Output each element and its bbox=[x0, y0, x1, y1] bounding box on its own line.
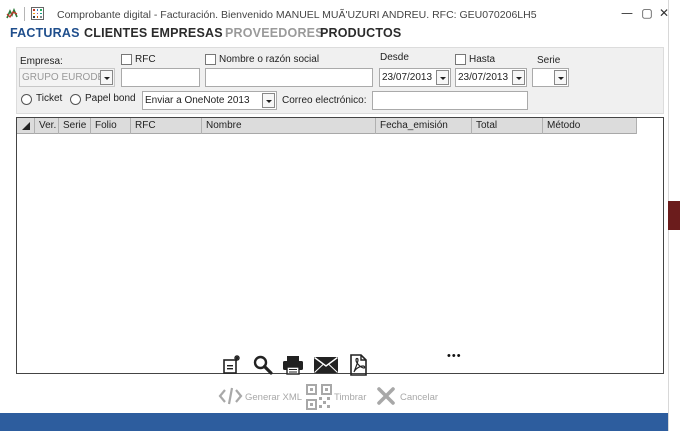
generar-xml-button[interactable]: Generar XML bbox=[245, 392, 302, 403]
menu-bar: FACTURAS CLIENTES EMPRESAS PROVEEDORES P… bbox=[0, 26, 668, 46]
rfc-checkbox[interactable] bbox=[121, 54, 132, 65]
hasta-checkbox[interactable] bbox=[455, 54, 466, 65]
papel-bond-radio[interactable] bbox=[70, 94, 81, 105]
hasta-date-picker[interactable]: 23/07/2013 bbox=[455, 68, 527, 87]
desde-value: 23/07/2013 bbox=[382, 72, 433, 83]
serie-select[interactable] bbox=[532, 68, 569, 87]
ticket-radio[interactable] bbox=[21, 94, 32, 105]
app-icon bbox=[6, 8, 18, 19]
chevron-down-icon[interactable] bbox=[436, 70, 449, 85]
code-icon[interactable] bbox=[218, 386, 243, 406]
timbrar-button[interactable]: Timbrar bbox=[334, 392, 366, 403]
minimize-button[interactable]: — bbox=[616, 3, 638, 23]
correo-label: Correo electrónico: bbox=[282, 95, 367, 106]
chevron-down-icon[interactable] bbox=[100, 70, 113, 85]
main-window: Comprobante digital - Facturación. Bienv… bbox=[0, 0, 669, 431]
tab-proveedores[interactable]: PROVEEDORES bbox=[225, 26, 324, 40]
column-header[interactable]: Método bbox=[543, 118, 637, 134]
hasta-label: Hasta bbox=[469, 54, 496, 65]
email-icon[interactable] bbox=[313, 356, 339, 374]
hasta-value: 23/07/2013 bbox=[458, 72, 509, 83]
window-title: Comprobante digital - Facturación. Bienv… bbox=[57, 9, 537, 21]
desde-date-picker[interactable]: 23/07/2013 bbox=[379, 68, 451, 87]
empresa-label: Empresa: bbox=[20, 56, 63, 67]
print-icon[interactable] bbox=[281, 354, 305, 376]
title-bar: Comprobante digital - Facturación. Bienv… bbox=[0, 0, 669, 26]
cancel-icon[interactable] bbox=[376, 386, 396, 406]
tab-facturas[interactable]: FACTURAS bbox=[10, 26, 80, 40]
rfc-label: RFC bbox=[135, 54, 156, 65]
background-accent-tab bbox=[668, 201, 680, 230]
corner-triangle-icon bbox=[22, 122, 30, 130]
papel-bond-label: Papel bond bbox=[85, 93, 136, 104]
search-icon[interactable] bbox=[252, 354, 274, 376]
chevron-down-icon[interactable] bbox=[554, 70, 567, 85]
correo-input[interactable] bbox=[372, 91, 528, 110]
nombre-label: Nombre o razón social bbox=[219, 54, 320, 65]
column-header[interactable]: Total bbox=[472, 118, 543, 134]
tab-clientes[interactable]: CLIENTES bbox=[84, 26, 147, 40]
more-icon[interactable]: ••• bbox=[447, 350, 462, 362]
chevron-down-icon[interactable] bbox=[512, 70, 525, 85]
tab-productos[interactable]: PRODUCTOS bbox=[320, 26, 401, 40]
column-header[interactable]: Ver. bbox=[35, 118, 59, 134]
new-document-icon[interactable] bbox=[221, 353, 243, 375]
rfc-input[interactable] bbox=[121, 68, 200, 87]
nombre-input[interactable] bbox=[205, 68, 373, 87]
qr-code-icon[interactable] bbox=[306, 384, 332, 410]
nombre-checkbox[interactable] bbox=[205, 54, 216, 65]
tab-empresas[interactable]: EMPRESAS bbox=[151, 26, 223, 40]
ticket-label: Ticket bbox=[36, 93, 63, 104]
column-header[interactable]: Fecha_emisión bbox=[376, 118, 472, 134]
column-header[interactable]: Serie bbox=[59, 118, 91, 134]
grid-header: Ver. Serie Folio RFC Nombre Fecha_emisió… bbox=[17, 118, 637, 134]
invoice-grid[interactable]: Ver. Serie Folio RFC Nombre Fecha_emisió… bbox=[16, 117, 664, 374]
column-header[interactable]: RFC bbox=[131, 118, 202, 134]
printer-select[interactable]: Enviar a OneNote 2013 bbox=[142, 91, 277, 110]
status-bar bbox=[0, 413, 668, 431]
select-all-corner[interactable] bbox=[17, 118, 35, 134]
chevron-down-icon[interactable] bbox=[262, 93, 275, 108]
column-header[interactable]: Nombre bbox=[202, 118, 376, 134]
pdf-icon[interactable] bbox=[346, 353, 370, 377]
printer-value: Enviar a OneNote 2013 bbox=[145, 95, 250, 106]
cancelar-button[interactable]: Cancelar bbox=[400, 392, 438, 403]
filter-panel: Empresa: GRUPO EURODESI RFC Nombre o raz… bbox=[16, 47, 664, 114]
serie-label: Serie bbox=[537, 55, 561, 66]
grid-app-icon[interactable] bbox=[31, 7, 44, 20]
column-header[interactable]: Folio bbox=[91, 118, 131, 134]
title-separator bbox=[24, 7, 25, 21]
empresa-select[interactable]: GRUPO EURODESI bbox=[19, 68, 115, 87]
desde-label: Desde bbox=[380, 52, 409, 63]
